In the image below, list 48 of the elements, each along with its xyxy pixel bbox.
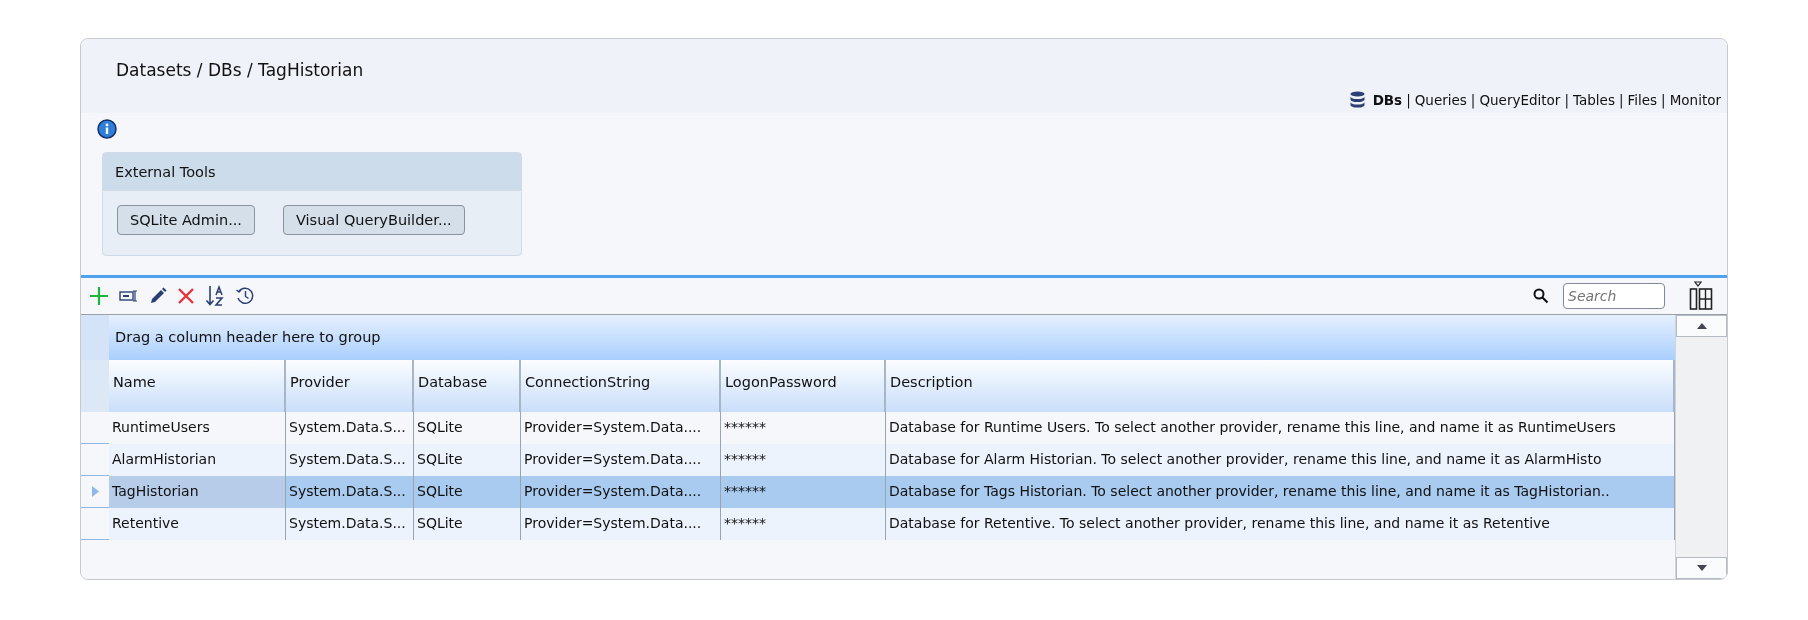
nav-separator: |: [1406, 91, 1411, 108]
search-field[interactable]: Search: [1563, 283, 1665, 309]
nav-link[interactable]: Tables: [1572, 91, 1615, 108]
column-chooser-icon[interactable]: [1689, 281, 1713, 311]
rename-icon[interactable]: [119, 290, 139, 302]
nav-link[interactable]: Monitor: [1669, 91, 1721, 108]
nav-link[interactable]: Queries: [1414, 91, 1467, 108]
table-cell: SQLite: [414, 508, 521, 540]
column-header[interactable]: Description: [886, 360, 1675, 412]
history-icon[interactable]: [235, 286, 255, 306]
scroll-down-button[interactable]: [1676, 557, 1727, 579]
caret-down-icon: [1696, 565, 1707, 571]
table-row[interactable]: Retentive System.Data.S... SQLite Provider=System.Data.... ****** Database for Retentive. To select another provider, rename this line, and name it as Retentive: [81, 508, 1675, 540]
nav-separator: |: [1564, 91, 1569, 108]
table-row[interactable]: TagHistorian System.Data.S... SQLite Provider=System.Data.... ****** Database for Tags Historian. To select another provider, rename this line, and name it as TagHistorian..: [81, 476, 1675, 508]
panel-title: External Tools: [103, 153, 521, 191]
database-icon: [1349, 91, 1365, 108]
column-header[interactable]: LogonPassword: [721, 360, 886, 412]
table-row[interactable]: AlarmHistorian System.Data.S... SQLite Provider=System.Data.... ****** Database for Alarm Historian. To select another provider, rename this line, and name it as AlarmHisto: [81, 444, 1675, 476]
tool-button[interactable]: Visual QueryBuilder...: [283, 205, 465, 235]
table-row[interactable]: RuntimeUsers System.Data.S... SQLite Provider=System.Data.... ****** Database for Runtime Users. To select another provider, rename this line, and name it as RuntimeUsers: [81, 412, 1675, 444]
pencil-icon[interactable]: [149, 287, 167, 305]
column-header[interactable]: Name: [109, 360, 286, 412]
table-cell: TagHistorian: [109, 476, 286, 508]
table-cell: System.Data.S...: [286, 508, 414, 540]
delete-icon[interactable]: [177, 287, 195, 305]
nav-link[interactable]: DBs: [1372, 91, 1403, 108]
nav-separator: |: [1470, 91, 1476, 108]
breadcrumb: Datasets / DBs / TagHistorian: [116, 60, 364, 80]
nav-link[interactable]: Files: [1627, 91, 1658, 108]
sort-icon[interactable]: [205, 285, 225, 307]
table-cell: Retentive: [109, 508, 286, 540]
nav-separator: |: [1618, 91, 1624, 108]
info-icon[interactable]: [97, 119, 117, 139]
column-header[interactable]: Database: [414, 360, 521, 412]
tool-button[interactable]: SQLite Admin...: [117, 205, 255, 235]
current-row-icon: [91, 486, 99, 497]
column-header[interactable]: ConnectionString: [521, 360, 721, 412]
scroll-up-button[interactable]: [1676, 315, 1727, 337]
column-header[interactable]: Provider: [286, 360, 414, 412]
caret-up-icon: [1696, 323, 1707, 329]
add-icon[interactable]: [89, 286, 109, 306]
table-cell: ******: [721, 508, 886, 540]
nav-separator: |: [1661, 91, 1666, 108]
search-icon: [1533, 288, 1549, 304]
group-panel-hint: Drag a column header here to group: [114, 329, 381, 345]
nav-link[interactable]: QueryEditor: [1479, 91, 1561, 108]
table-cell: Provider=System.Data....: [521, 508, 721, 540]
